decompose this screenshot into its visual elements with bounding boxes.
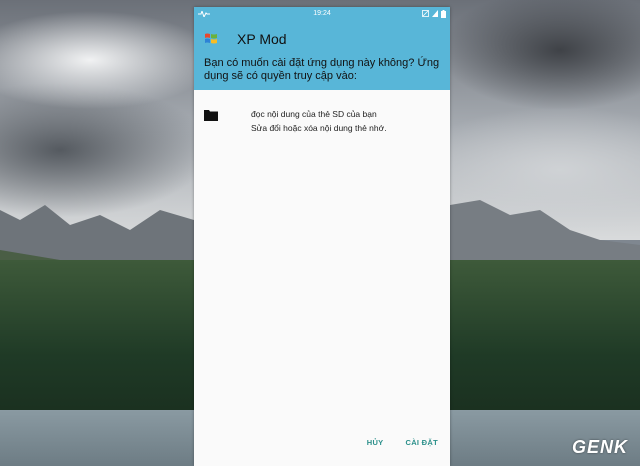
battery-icon [441,9,446,18]
app-name: XP Mod [237,31,287,47]
permission-modify-sd: Sửa đổi hoặc xóa nội dung thẻ nhớ. [251,123,387,133]
dialog-header: XP Mod Bạn có muốn cài đặt ứng dụng này … [194,20,450,90]
folder-icon [204,110,218,121]
install-button[interactable]: CÀI ĐẶT [405,438,438,447]
cancel-button[interactable]: HỦY [367,438,384,447]
windows-logo-icon [205,33,217,44]
status-bar: 19:24 [194,7,450,20]
install-prompt: Bạn có muốn cài đặt ứng dụng này không? … [204,57,440,82]
permission-read-sd: đọc nội dung của thẻ SD của bạn [251,109,377,119]
dialog-actions: HỦY CÀI ĐẶT [367,438,438,447]
watermark-logo: GENK [571,437,628,457]
phone-screen: 19:24 XP Mod Bạn có muốn cài đặt ứng dụn… [194,7,450,466]
signal-icon [432,10,438,17]
status-time: 19:24 [313,10,331,17]
permission-item-storage: đọc nội dung của thẻ SD của bạn Sửa đổi … [204,107,440,135]
permission-list: đọc nội dung của thẻ SD của bạn Sửa đổi … [194,90,450,135]
mute-icon [422,10,429,17]
activity-icon [198,10,210,17]
